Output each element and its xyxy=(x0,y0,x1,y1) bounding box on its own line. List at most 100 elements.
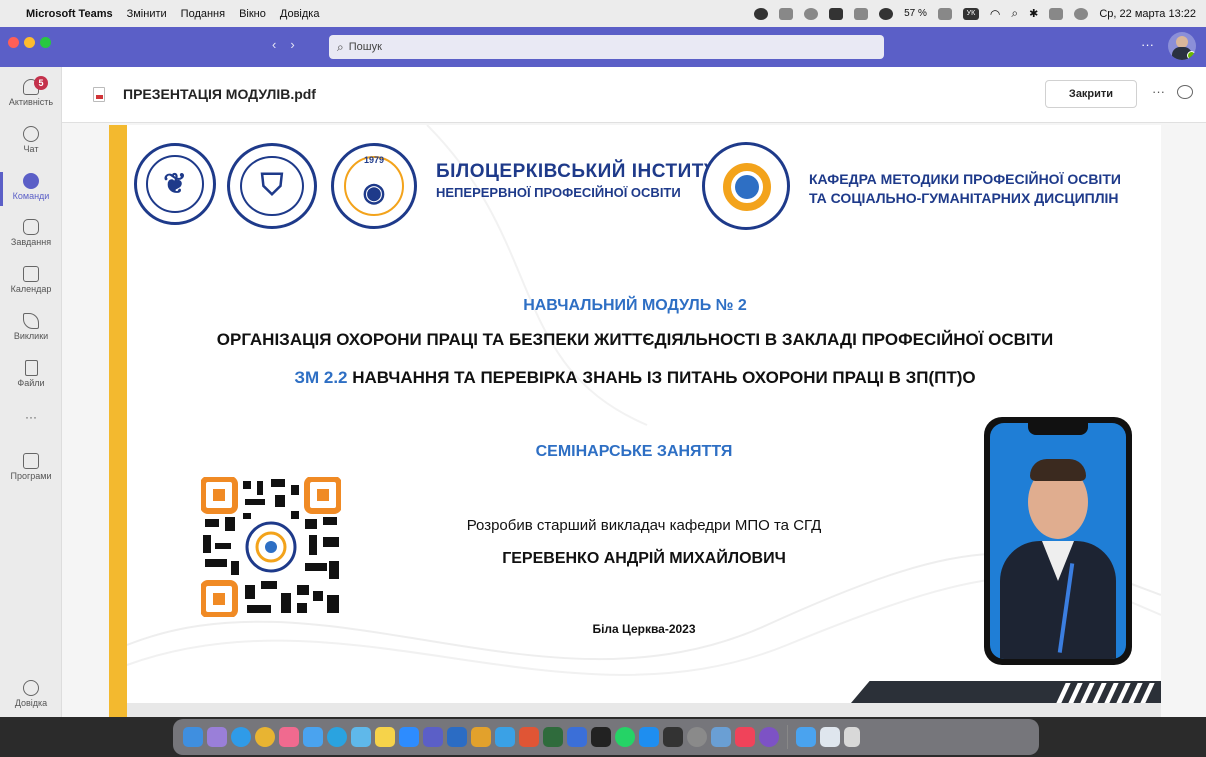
institute-seal-logo: 1979 ◉ xyxy=(331,143,417,229)
developer-line: Розробив старший викладач кафедри МПО та… xyxy=(466,517,822,534)
rail-item-more[interactable]: ··· xyxy=(0,410,62,424)
control-center-icon[interactable] xyxy=(1049,7,1064,20)
downloads-icon[interactable] xyxy=(796,727,816,747)
chat-panel-icon[interactable] xyxy=(1177,85,1193,99)
menu-bar: Microsoft Teams Змінити Подання Вікно До… xyxy=(0,0,1206,27)
shield-icon[interactable] xyxy=(804,7,819,20)
keyboard-layout[interactable]: УК xyxy=(962,7,979,20)
pdf-file-icon xyxy=(93,87,105,102)
notes-icon[interactable] xyxy=(375,727,395,747)
pdf-viewer[interactable]: ❦ ⛉ 1979 ◉ БІЛОЦЕРКІВСЬКИЙ ІНСТИТУТ НЕПЕ… xyxy=(62,123,1206,717)
app-icon[interactable] xyxy=(519,727,539,747)
back-arrow-icon[interactable]: ‹ xyxy=(272,37,276,52)
rail-item-chat[interactable]: Чат xyxy=(0,126,62,154)
rail-item-help[interactable]: Довідка xyxy=(0,680,62,708)
menu-edit[interactable]: Змінити xyxy=(127,8,167,20)
siri-icon[interactable] xyxy=(1074,7,1089,20)
app-icon[interactable] xyxy=(567,727,587,747)
status-app-icon[interactable] xyxy=(879,7,894,20)
institute-line2: НЕПЕРЕРВНОЇ ПРОФЕСІЙНОЇ ОСВІТИ xyxy=(436,185,681,200)
music-icon[interactable] xyxy=(735,727,755,747)
app-icon[interactable] xyxy=(543,727,563,747)
seminar-label: СЕМІНАРСЬКЕ ЗАНЯТТЯ xyxy=(535,443,733,460)
telegram-icon[interactable] xyxy=(327,727,347,747)
rail-item-tasks[interactable]: Завдання xyxy=(0,219,62,247)
forward-arrow-icon[interactable]: › xyxy=(290,37,294,52)
bottom-band xyxy=(127,703,1161,717)
submodule-text: НАВЧАННЯ ТА ПЕРЕВІРКА ЗНАНЬ ІЗ ПИТАНЬ ОХ… xyxy=(352,368,976,387)
rail-item-calendar[interactable]: Календар xyxy=(0,266,62,294)
settings-icon[interactable] xyxy=(687,727,707,747)
menu-window[interactable]: Вікно xyxy=(239,8,266,20)
history-nav: ‹ › xyxy=(272,37,295,52)
app-icon[interactable] xyxy=(495,727,515,747)
zoom-icon[interactable] xyxy=(399,727,419,747)
photos-icon[interactable] xyxy=(279,727,299,747)
rail-label: Календар xyxy=(10,284,52,294)
app-icon[interactable] xyxy=(351,727,371,747)
bluetooth-icon[interactable]: ✱ xyxy=(1029,7,1038,20)
battery-icon[interactable] xyxy=(937,7,952,20)
rail-item-activity[interactable]: 5 Активність xyxy=(0,76,62,107)
trash-icon[interactable] xyxy=(844,727,860,747)
yellow-accent-bar xyxy=(109,125,127,717)
menu-app-name[interactable]: Microsoft Teams xyxy=(26,8,113,20)
apps-icon xyxy=(23,453,39,469)
file-more-button[interactable]: ··· xyxy=(1152,84,1165,99)
viber-icon[interactable] xyxy=(759,727,779,747)
rail-item-teams[interactable]: Команди xyxy=(0,173,62,201)
zoom-window-button[interactable] xyxy=(40,37,51,48)
app-rail: 5 Активність Чат Команди Завдання Календ… xyxy=(0,67,62,717)
author-photo-phone xyxy=(984,417,1132,665)
search-icon[interactable]: ⌕ xyxy=(1011,6,1018,21)
finder-icon[interactable] xyxy=(183,727,203,747)
menu-help[interactable]: Довідка xyxy=(280,8,320,20)
close-window-button[interactable] xyxy=(8,37,19,48)
globe-icon: ◉ xyxy=(362,177,386,207)
module-number: НАВЧАЛЬНИЙ МОДУЛЬ № 2 xyxy=(523,297,747,314)
launchpad-icon[interactable] xyxy=(207,727,227,747)
menu-view[interactable]: Подання xyxy=(181,8,225,20)
help-icon xyxy=(23,680,39,696)
file-name: ПРЕЗЕНТАЦІЯ МОДУЛІВ.pdf xyxy=(123,86,316,102)
file-icon xyxy=(24,360,38,376)
mail-icon[interactable] xyxy=(303,727,323,747)
rail-label: Чат xyxy=(23,144,39,154)
desktop-bottom xyxy=(0,717,1206,757)
safari-icon[interactable] xyxy=(231,727,251,747)
rail-label: Активність xyxy=(8,97,54,107)
clock[interactable]: Ср, 22 марта 13:22 xyxy=(1099,8,1196,20)
more-options-button[interactable]: ··· xyxy=(1141,37,1154,52)
calculator-icon[interactable] xyxy=(663,727,683,747)
app-icon[interactable] xyxy=(591,727,611,747)
chrome-icon[interactable] xyxy=(255,727,275,747)
status-app-icon[interactable] xyxy=(829,7,844,20)
university-seal-logo: ⛉ xyxy=(227,143,317,229)
close-button[interactable]: Закрити xyxy=(1045,80,1137,108)
academy-seal-logo: ❦ xyxy=(134,143,216,225)
photo-hair xyxy=(1030,459,1086,481)
whatsapp-icon[interactable] xyxy=(615,727,635,747)
book-icon: ❦ xyxy=(163,168,187,199)
wifi-icon[interactable]: ◠ xyxy=(990,7,1000,21)
user-avatar[interactable] xyxy=(1168,32,1196,60)
rail-item-files[interactable]: Файли xyxy=(0,360,62,388)
preview-icon[interactable] xyxy=(711,727,731,747)
department-gear-logo xyxy=(702,142,790,230)
folder-icon[interactable] xyxy=(820,727,840,747)
app-icon[interactable] xyxy=(471,727,491,747)
status-app-icon[interactable] xyxy=(779,7,794,20)
battery-percent[interactable]: 57 % xyxy=(904,8,927,19)
word-icon[interactable] xyxy=(447,727,467,747)
teams-icon[interactable] xyxy=(423,727,443,747)
appstore-icon[interactable] xyxy=(639,727,659,747)
search-input[interactable]: ⌕ Пошук xyxy=(329,35,884,59)
presence-available-icon xyxy=(1187,51,1196,60)
rail-item-calls[interactable]: Виклики xyxy=(0,313,62,341)
rail-label: Завдання xyxy=(10,237,52,247)
author-name: ГЕРЕВЕНКО АНДРІЙ МИХАЙЛОВИЧ xyxy=(502,550,786,567)
minimize-window-button[interactable] xyxy=(24,37,35,48)
status-app-icon[interactable] xyxy=(754,7,769,20)
rail-item-apps[interactable]: Програми xyxy=(0,453,62,481)
status-app-icon[interactable] xyxy=(854,7,869,20)
